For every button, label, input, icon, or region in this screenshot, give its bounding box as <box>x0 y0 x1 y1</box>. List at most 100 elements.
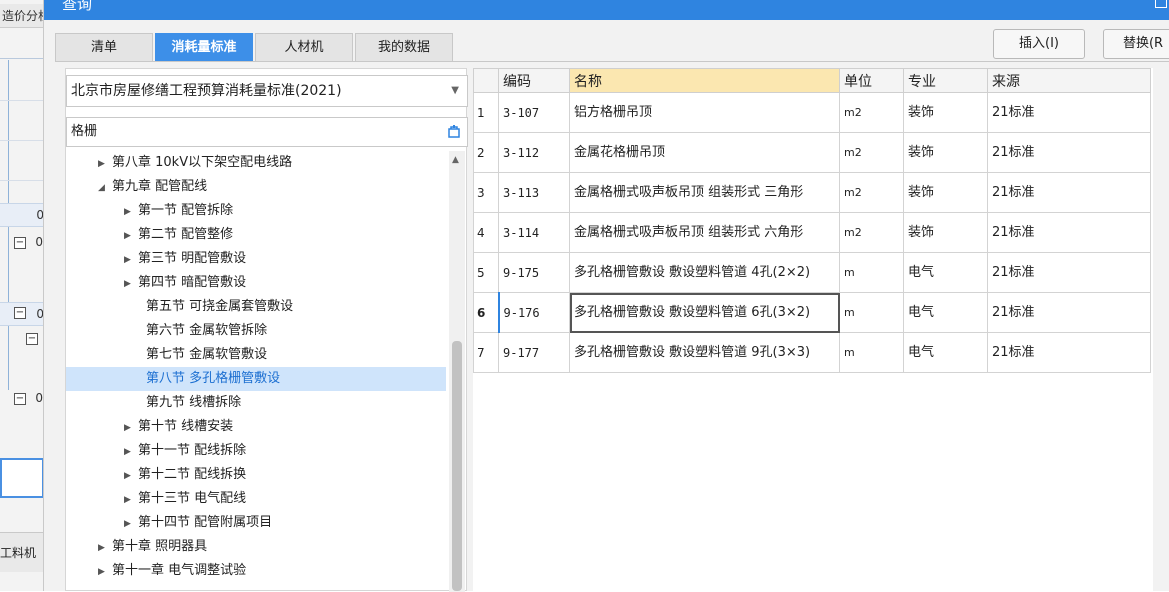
cell-source[interactable]: 21标准 <box>987 252 1151 293</box>
tree-node[interactable]: 第七节 金属软管敷设 <box>66 343 446 367</box>
cell-major[interactable]: 装饰 <box>903 172 988 213</box>
cell-unit[interactable]: m2 <box>839 172 904 213</box>
chevron-right-icon[interactable]: ▶ <box>124 272 138 296</box>
search-input[interactable]: 格栅 <box>66 117 468 147</box>
chevron-right-icon[interactable]: ▶ <box>98 560 112 584</box>
tree-node[interactable]: ▶ 第一节 配管拆除 <box>66 199 446 223</box>
chevron-right-icon[interactable]: ▶ <box>124 488 138 512</box>
chevron-right-icon[interactable]: ▶ <box>124 200 138 224</box>
cell-code[interactable]: 9-175 <box>498 252 570 293</box>
chevron-right-icon[interactable]: ▶ <box>124 512 138 536</box>
collapse-icon[interactable]: − <box>14 307 26 319</box>
tab-bill[interactable]: 清单 <box>55 33 153 61</box>
chevron-right-icon[interactable]: ▶ <box>124 464 138 488</box>
table-row[interactable]: 2 3-112 金属花格栅吊顶 m2 装饰 21标准 <box>473 132 1151 173</box>
tree-node[interactable]: ▶ 第十三节 电气配线 <box>66 487 446 511</box>
cell-name[interactable]: 金属花格栅吊顶 <box>569 132 840 173</box>
cell-unit[interactable]: m <box>839 332 904 373</box>
cell-code[interactable]: 9-176 <box>498 292 570 333</box>
cell-source[interactable]: 21标准 <box>987 132 1151 173</box>
cell-source[interactable]: 21标准 <box>987 332 1151 373</box>
cell-unit[interactable]: m2 <box>839 92 904 133</box>
tree-node[interactable]: ▶ 第三节 明配管敷设 <box>66 247 446 271</box>
cell-major[interactable]: 装饰 <box>903 132 988 173</box>
background-bottom-tab[interactable]: 工料机 <box>0 532 43 572</box>
tab-labor-material-machine[interactable]: 人材机 <box>255 33 353 61</box>
cell-name[interactable]: 多孔格栅管敷设 敷设塑料管道 4孔(2×2) <box>569 252 840 293</box>
background-selected-cell[interactable] <box>0 458 43 498</box>
tree-node[interactable]: ▶ 第四节 暗配管敷设 <box>66 271 446 295</box>
cell-name[interactable]: 金属格栅式吸声板吊顶 组装形式 六角形 <box>569 212 840 253</box>
cell-name[interactable]: 金属格栅式吸声板吊顶 组装形式 三角形 <box>569 172 840 213</box>
cell-major[interactable]: 装饰 <box>903 212 988 253</box>
column-header-source[interactable]: 来源 <box>987 68 1151 93</box>
tree-node[interactable]: 第五节 可挠金属套管敷设 <box>66 295 446 319</box>
standard-select[interactable]: 北京市房屋修缮工程预算消耗量标准(2021) ▼ <box>66 75 468 107</box>
chevron-right-icon[interactable]: ▶ <box>98 536 112 560</box>
tab-consumption-standard[interactable]: 消耗量标准 <box>155 33 253 61</box>
cell-name[interactable]: 多孔格栅管敷设 敷设塑料管道 9孔(3×3) <box>569 332 840 373</box>
tree-node[interactable]: ▶ 第十章 照明器具 <box>66 535 446 559</box>
cell-major[interactable]: 装饰 <box>903 92 988 133</box>
collapse-icon[interactable]: − <box>14 237 26 249</box>
collapse-icon[interactable]: − <box>26 333 38 345</box>
search-icon[interactable] <box>447 124 461 138</box>
table-row[interactable]: 3 3-113 金属格栅式吸声板吊顶 组装形式 三角形 m2 装饰 21标准 <box>473 172 1151 213</box>
chevron-right-icon[interactable]: ▶ <box>124 248 138 272</box>
tree-node-selected[interactable]: 第八节 多孔格栅管敷设 <box>66 367 446 391</box>
column-header-name[interactable]: 名称 <box>569 68 840 93</box>
collapse-icon[interactable]: − <box>14 393 26 405</box>
tree-node[interactable]: ▶ 第十一章 电气调整试验 <box>66 559 446 583</box>
tree-node[interactable]: ▶ 第十四节 配管附属项目 <box>66 511 446 535</box>
tree-node[interactable]: ▶ 第十二节 配线拆换 <box>66 463 446 487</box>
cell-name[interactable]: 多孔格栅管敷设 敷设塑料管道 6孔(3×2) <box>569 292 840 333</box>
cell-major[interactable]: 电气 <box>903 252 988 293</box>
cell-unit[interactable]: m2 <box>839 132 904 173</box>
tree-node[interactable]: ▶ 第二节 配管整修 <box>66 223 446 247</box>
cell-source[interactable]: 21标准 <box>987 172 1151 213</box>
cell-source[interactable]: 21标准 <box>987 292 1151 333</box>
chevron-down-icon[interactable]: ▼ <box>451 76 459 106</box>
cell-major[interactable]: 电气 <box>903 292 988 333</box>
cell-unit[interactable]: m <box>839 252 904 293</box>
tree-node[interactable]: 第九节 线槽拆除 <box>66 391 446 415</box>
column-header-unit[interactable]: 单位 <box>839 68 904 93</box>
chevron-right-icon[interactable]: ▶ <box>124 440 138 464</box>
insert-button[interactable]: 插入(I) <box>993 29 1085 59</box>
tree-node[interactable]: ▶ 第八章 10kV以下架空配电线路 <box>66 151 446 175</box>
chevron-right-icon[interactable]: ▶ <box>98 152 112 176</box>
dialog-titlebar[interactable]: 查询 <box>44 0 1169 20</box>
cell-code[interactable]: 3-107 <box>498 92 570 133</box>
tree-scrollbar[interactable]: ▲ <box>449 151 465 592</box>
column-header-code[interactable]: 编码 <box>498 68 570 93</box>
cell-code[interactable]: 9-177 <box>498 332 570 373</box>
cell-code[interactable]: 3-112 <box>498 132 570 173</box>
cell-source[interactable]: 21标准 <box>987 92 1151 133</box>
scroll-up-icon[interactable]: ▲ <box>452 155 459 165</box>
table-row[interactable]: 4 3-114 金属格栅式吸声板吊顶 组装形式 六角形 m2 装饰 21标准 <box>473 212 1151 253</box>
chevron-right-icon[interactable]: ▶ <box>124 416 138 440</box>
maximize-icon[interactable] <box>1155 0 1167 8</box>
cell-unit[interactable]: m <box>839 292 904 333</box>
cell-code[interactable]: 3-114 <box>498 212 570 253</box>
chevron-down-icon[interactable]: ◢ <box>98 176 112 200</box>
scrollbar-thumb[interactable] <box>452 341 462 591</box>
cell-code[interactable]: 3-113 <box>498 172 570 213</box>
cell-source[interactable]: 21标准 <box>987 212 1151 253</box>
tree-node[interactable]: ▶ 第十一节 配线拆除 <box>66 439 446 463</box>
column-header-major[interactable]: 专业 <box>903 68 988 93</box>
tree-node[interactable]: ◢ 第九章 配管配线 <box>66 175 446 199</box>
cell-name[interactable]: 铝方格栅吊顶 <box>569 92 840 133</box>
table-row[interactable]: 1 3-107 铝方格栅吊顶 m2 装饰 21标准 <box>473 92 1151 133</box>
table-row[interactable]: 5 9-175 多孔格栅管敷设 敷设塑料管道 4孔(2×2) m 电气 21标准 <box>473 252 1151 293</box>
chevron-right-icon[interactable]: ▶ <box>124 224 138 248</box>
row-number: 5 <box>473 252 499 293</box>
replace-button[interactable]: 替换(R <box>1103 29 1169 59</box>
cell-unit[interactable]: m2 <box>839 212 904 253</box>
table-row-selected[interactable]: 6 9-176 多孔格栅管敷设 敷设塑料管道 6孔(3×2) m 电气 21标准 <box>473 292 1151 333</box>
cell-major[interactable]: 电气 <box>903 332 988 373</box>
tree-node[interactable]: 第六节 金属软管拆除 <box>66 319 446 343</box>
table-row[interactable]: 7 9-177 多孔格栅管敷设 敷设塑料管道 9孔(3×3) m 电气 21标准 <box>473 332 1151 373</box>
tree-node[interactable]: ▶ 第十节 线槽安装 <box>66 415 446 439</box>
tab-my-data[interactable]: 我的数据 <box>355 33 453 61</box>
